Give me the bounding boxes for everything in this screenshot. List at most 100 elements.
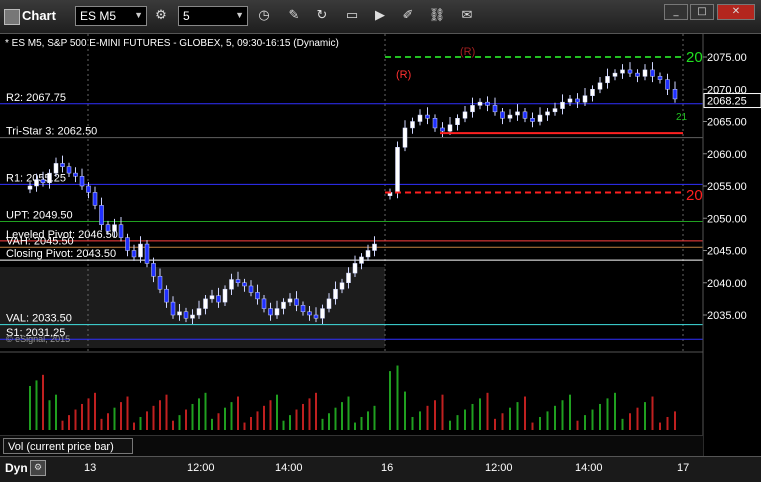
x-tick: 14:00 [575,462,603,474]
candle-body [248,285,254,293]
candle-body [274,308,280,316]
volume-bar [68,415,70,430]
candle-body [359,256,364,264]
volume-bar [276,394,278,430]
y-tick-label: 2065.00 [707,117,747,129]
x-tick: 12:00 [187,462,215,474]
candle-body [462,111,468,119]
candle-body [440,127,445,132]
volume-bar [554,405,556,430]
candle-body [627,69,633,74]
candle-body [326,298,332,309]
candle-body [131,250,137,258]
volume-bar [61,420,64,430]
volume-bar [569,394,571,430]
candle-body [672,89,678,100]
candle-body [597,82,603,90]
volume-bar [315,392,317,430]
volume-bar [172,420,174,430]
candle-body [105,224,111,232]
volume-bars: 5000025000013729 [0,351,761,437]
volume-label-panel: Vol (current price bar) [0,435,703,456]
volume-bar [666,416,669,430]
candle-body [500,111,505,119]
volume-bar [204,392,207,430]
y-tick-label: 2050.00 [707,213,747,225]
candle-body [235,279,241,283]
volume-bar [441,394,444,430]
volume-bar [434,400,436,430]
candle-body [307,311,312,316]
candle-body [118,224,124,238]
candle-body [268,308,273,316]
volume-bar [486,392,489,430]
candle-body [455,118,460,125]
volume-bar [308,398,311,430]
volume-bar [237,396,239,430]
volume-bar [659,422,661,430]
volume-bar [629,413,631,430]
candle-body [73,172,78,177]
candle-body [642,69,648,77]
candle-body [515,111,520,116]
candle-body [425,114,430,119]
candle-body [66,166,72,174]
volume-bar [599,403,601,430]
candle-body [560,101,565,109]
candle-body [635,72,640,77]
volume-bar [185,409,187,430]
volume-bar [165,394,168,430]
candle-body [222,288,228,303]
candle-body [665,79,670,90]
level-label: R2: 2067.75 [6,92,66,104]
volume-bar [256,411,259,430]
candle-body [203,298,208,309]
candle-body [177,311,182,316]
volume-bar [479,398,481,430]
volume-bar [674,411,676,430]
volume-bar [263,405,265,430]
candle-body [125,237,130,251]
y-tick-label: 2055.00 [707,181,747,193]
volume-label[interactable]: Vol (current price bar) [3,438,133,454]
price-axis: 2075.002070.002065.002060.002055.002050.… [702,34,761,456]
volume-bar [94,392,96,430]
candle-body [86,185,91,193]
candle-body [402,127,408,148]
volume-bar [29,385,31,430]
candle-body [395,147,400,193]
candle-body [612,72,618,77]
count-tag: 21 [676,112,688,123]
volume-bar [606,398,609,430]
y-tick-label: 2035.00 [707,310,747,322]
volume-bar [35,380,38,430]
candle-body [507,114,513,119]
candle-body [447,124,453,132]
candle-body [255,292,260,300]
volume-bar [636,407,639,430]
candle-body [242,282,247,287]
volume-bar [321,418,324,430]
dyn-settings-icon[interactable]: ⚙ [30,460,46,476]
time-axis-bar: Dyn ⚙ 13 12:00 14:00 16 12:00 14:00 17 [0,456,761,482]
candle-body [432,118,438,129]
volume-bar [396,365,399,430]
volume-bar [81,403,83,430]
x-tick: 17 [677,462,690,474]
price-chart[interactable]: R2: 2067.75Tri-Star 3: 2062.50R1: 2055.2… [0,0,761,456]
candle-body [352,263,358,274]
candle-body [346,272,351,284]
candle-body [79,176,85,187]
y-tick-label: 2075.00 [707,52,747,64]
volume-bar [100,418,103,430]
volume-bar [509,407,511,430]
candle-body [281,301,286,309]
candle-body [313,314,319,319]
volume-bar [516,402,519,430]
candle-body [157,276,163,290]
volume-bar [404,391,406,430]
candle-body [216,295,221,303]
candle-body [144,243,150,264]
dyn-label: Dyn [5,461,28,475]
candle-body [261,298,267,309]
